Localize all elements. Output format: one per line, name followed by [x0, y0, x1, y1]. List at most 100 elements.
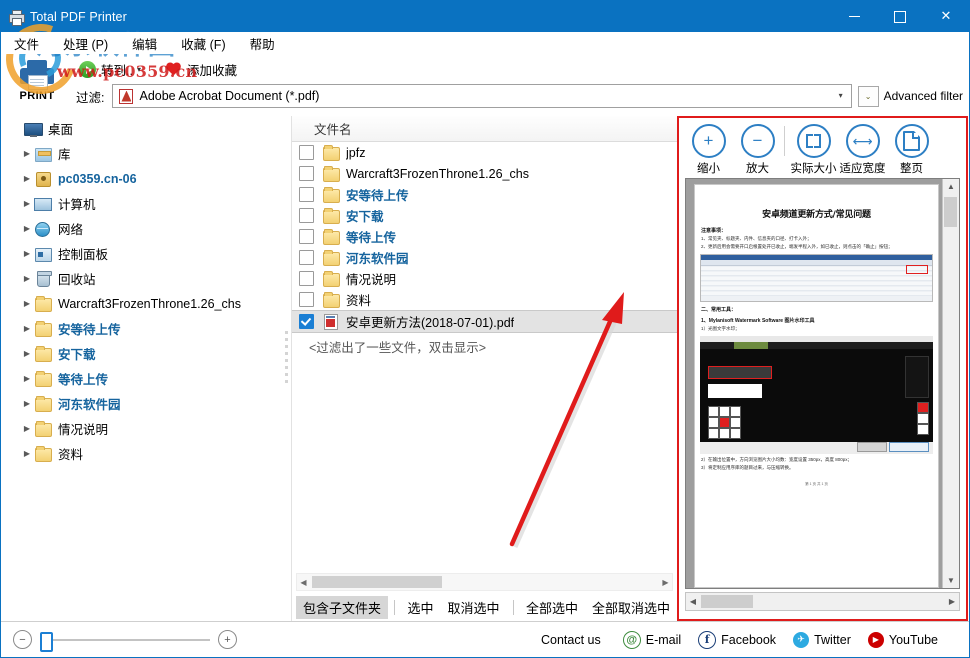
scroll-up-icon[interactable]: ▲ — [943, 179, 959, 194]
file-row[interactable]: 河东软件园 — [292, 247, 677, 268]
tree-item[interactable]: ▶ pc0359.cn-06 — [2, 166, 281, 191]
zoom-out-icon[interactable]: − — [13, 630, 32, 649]
file-checkbox[interactable] — [299, 145, 314, 160]
expander-icon[interactable]: ▶ — [20, 247, 34, 261]
preview-scroll-left-icon[interactable]: ◀ — [686, 597, 700, 606]
zoom-slider-control[interactable]: − + — [13, 630, 237, 649]
tree-item[interactable]: ▶ 控制面板 — [2, 241, 281, 266]
expander-icon[interactable]: ▶ — [20, 172, 34, 186]
tree-item-label: 控制面板 — [58, 244, 108, 263]
minimize-button[interactable] — [831, 1, 877, 32]
zoom-out-button[interactable]: − 放大 — [733, 124, 782, 176]
scrollbar-thumb[interactable] — [312, 576, 442, 588]
scroll-right-icon[interactable]: ▶ — [659, 578, 672, 587]
print-button[interactable]: PRINT — [11, 56, 63, 112]
include-subfolders-button[interactable]: 包含子文件夹 — [296, 596, 388, 619]
tree-item[interactable]: ▶资料 — [2, 441, 281, 466]
facebook-link[interactable]: f Facebook — [698, 631, 776, 649]
file-checkbox[interactable] — [299, 166, 314, 181]
file-row[interactable]: jpfz — [292, 142, 677, 163]
expander-icon[interactable]: ▶ — [20, 347, 34, 361]
file-row[interactable]: 安等待上传 — [292, 184, 677, 205]
preview-vscrollbar[interactable]: ▲ ▼ — [942, 179, 959, 588]
select-button[interactable]: 选中 — [400, 596, 440, 619]
tree-item[interactable]: ▶网络 — [2, 216, 281, 241]
zoom-slider-thumb[interactable] — [40, 632, 53, 652]
file-list[interactable]: jpfzWarcraft3FrozenThrone1.26_chs安等待上传安下… — [292, 142, 677, 569]
expander-icon[interactable]: ▶ — [20, 372, 34, 386]
file-row[interactable]: 安卓更新方法(2018-07-01).pdf — [292, 310, 677, 333]
expander-icon[interactable]: ▶ — [20, 222, 34, 236]
expander-icon[interactable]: ▶ — [20, 197, 34, 211]
tree-item[interactable]: ▶安等待上传 — [2, 316, 281, 341]
file-row[interactable]: 情况说明 — [292, 268, 677, 289]
tree-item[interactable]: ▶库 — [2, 141, 281, 166]
menu-item-file[interactable]: 文件 — [12, 33, 41, 54]
tree-item-label: pc0359.cn-06 — [58, 172, 137, 186]
expander-icon[interactable]: ▶ — [20, 272, 34, 286]
chevron-down-icon[interactable]: ▾ — [833, 87, 849, 103]
maximize-button[interactable] — [877, 1, 923, 32]
tree-item[interactable]: ▶计算机 — [2, 191, 281, 216]
tree-item[interactable]: ▶Warcraft3FrozenThrone1.26_chs — [2, 291, 281, 316]
expander-icon[interactable]: ▶ — [20, 322, 34, 336]
select-all-button[interactable]: 全部选中 — [519, 596, 585, 619]
tree-item[interactable]: ▶河东软件园 — [2, 391, 281, 416]
tree-item[interactable]: ▶回收站 — [2, 266, 281, 291]
filter-row: 过滤: Adobe Acrobat Document (*.pdf) ▾ ⌄ A… — [76, 84, 963, 108]
pane-splitter[interactable] — [281, 116, 291, 621]
advanced-filter-button[interactable]: ⌄ Advanced filter — [858, 86, 963, 107]
add-favorite-button[interactable]: 添加收藏 — [162, 58, 240, 81]
folder-tree[interactable]: 桌面▶库▶pc0359.cn-06▶计算机▶网络▶控制面板▶回收站▶Warcra… — [2, 116, 282, 621]
youtube-link[interactable]: ▶ YouTube — [868, 632, 938, 648]
email-link[interactable]: @ E-mail — [623, 631, 681, 649]
filter-combobox[interactable]: Adobe Acrobat Document (*.pdf) ▾ — [112, 84, 851, 108]
tree-item[interactable]: 桌面 — [2, 116, 281, 141]
goto-button[interactable]: 转到.. ▾ — [76, 58, 144, 81]
zoom-in-button[interactable]: + 缩小 — [684, 124, 733, 176]
file-row[interactable]: Warcraft3FrozenThrone1.26_chs — [292, 163, 677, 184]
whole-page-button[interactable]: 整页 — [887, 124, 936, 176]
column-header-filename[interactable]: 文件名 — [292, 119, 352, 138]
preview-viewport[interactable]: 安卓频道更新方式/常见问题 注意事项： 1、常见夹、标题夹、内件、信息夹的口径、… — [685, 178, 960, 589]
unselect-button[interactable]: 取消选中 — [440, 596, 506, 619]
tree-item[interactable]: ▶安下载 — [2, 341, 281, 366]
expander-icon[interactable]: ▶ — [20, 297, 34, 311]
preview-hscrollbar[interactable]: ◀ ▶ — [685, 592, 960, 611]
file-checkbox[interactable] — [299, 250, 314, 265]
zoom-in-icon[interactable]: + — [218, 630, 237, 649]
actual-size-button[interactable]: 实际大小 — [789, 124, 838, 176]
file-checkbox[interactable] — [299, 187, 314, 202]
file-row[interactable]: 等待上传 — [292, 226, 677, 247]
file-checkbox[interactable] — [299, 208, 314, 223]
twitter-link[interactable]: ✈ Twitter — [793, 632, 851, 648]
scroll-down-icon[interactable]: ▼ — [943, 573, 959, 588]
menu-item-favorites[interactable]: 收藏 (F) — [179, 33, 227, 54]
expander-icon[interactable]: ▶ — [20, 447, 34, 461]
unselect-all-button[interactable]: 全部取消选中 — [585, 596, 677, 619]
fit-width-button[interactable]: ⟷ 适应宽度 — [838, 124, 887, 176]
expander-icon[interactable]: ▶ — [20, 422, 34, 436]
menu-item-edit[interactable]: 编辑 — [130, 33, 159, 54]
menu-item-process[interactable]: 处理 (P) — [61, 33, 110, 54]
zoom-slider-track[interactable] — [40, 639, 210, 641]
preview-scroll-right-icon[interactable]: ▶ — [945, 597, 959, 606]
menu-item-help[interactable]: 帮助 — [248, 33, 277, 54]
file-row[interactable]: 资料 — [292, 289, 677, 310]
file-checkbox[interactable] — [299, 292, 314, 307]
scroll-left-icon[interactable]: ◀ — [297, 578, 310, 587]
tree-item[interactable]: ▶情况说明 — [2, 416, 281, 441]
preview-vscroll-thumb[interactable] — [944, 197, 957, 227]
preview-hscroll-thumb[interactable] — [701, 595, 753, 608]
expander-icon[interactable]: ▶ — [20, 147, 34, 161]
file-checkbox[interactable] — [299, 229, 314, 244]
user-icon — [34, 171, 51, 186]
file-checkbox[interactable] — [299, 314, 314, 329]
folder-icon — [34, 371, 51, 386]
file-checkbox[interactable] — [299, 271, 314, 286]
expander-icon[interactable]: ▶ — [20, 397, 34, 411]
close-button[interactable]: ✕ — [923, 1, 969, 32]
file-list-hscrollbar[interactable]: ◀ ▶ — [296, 573, 673, 591]
tree-item[interactable]: ▶等待上传 — [2, 366, 281, 391]
file-row[interactable]: 安下载 — [292, 205, 677, 226]
